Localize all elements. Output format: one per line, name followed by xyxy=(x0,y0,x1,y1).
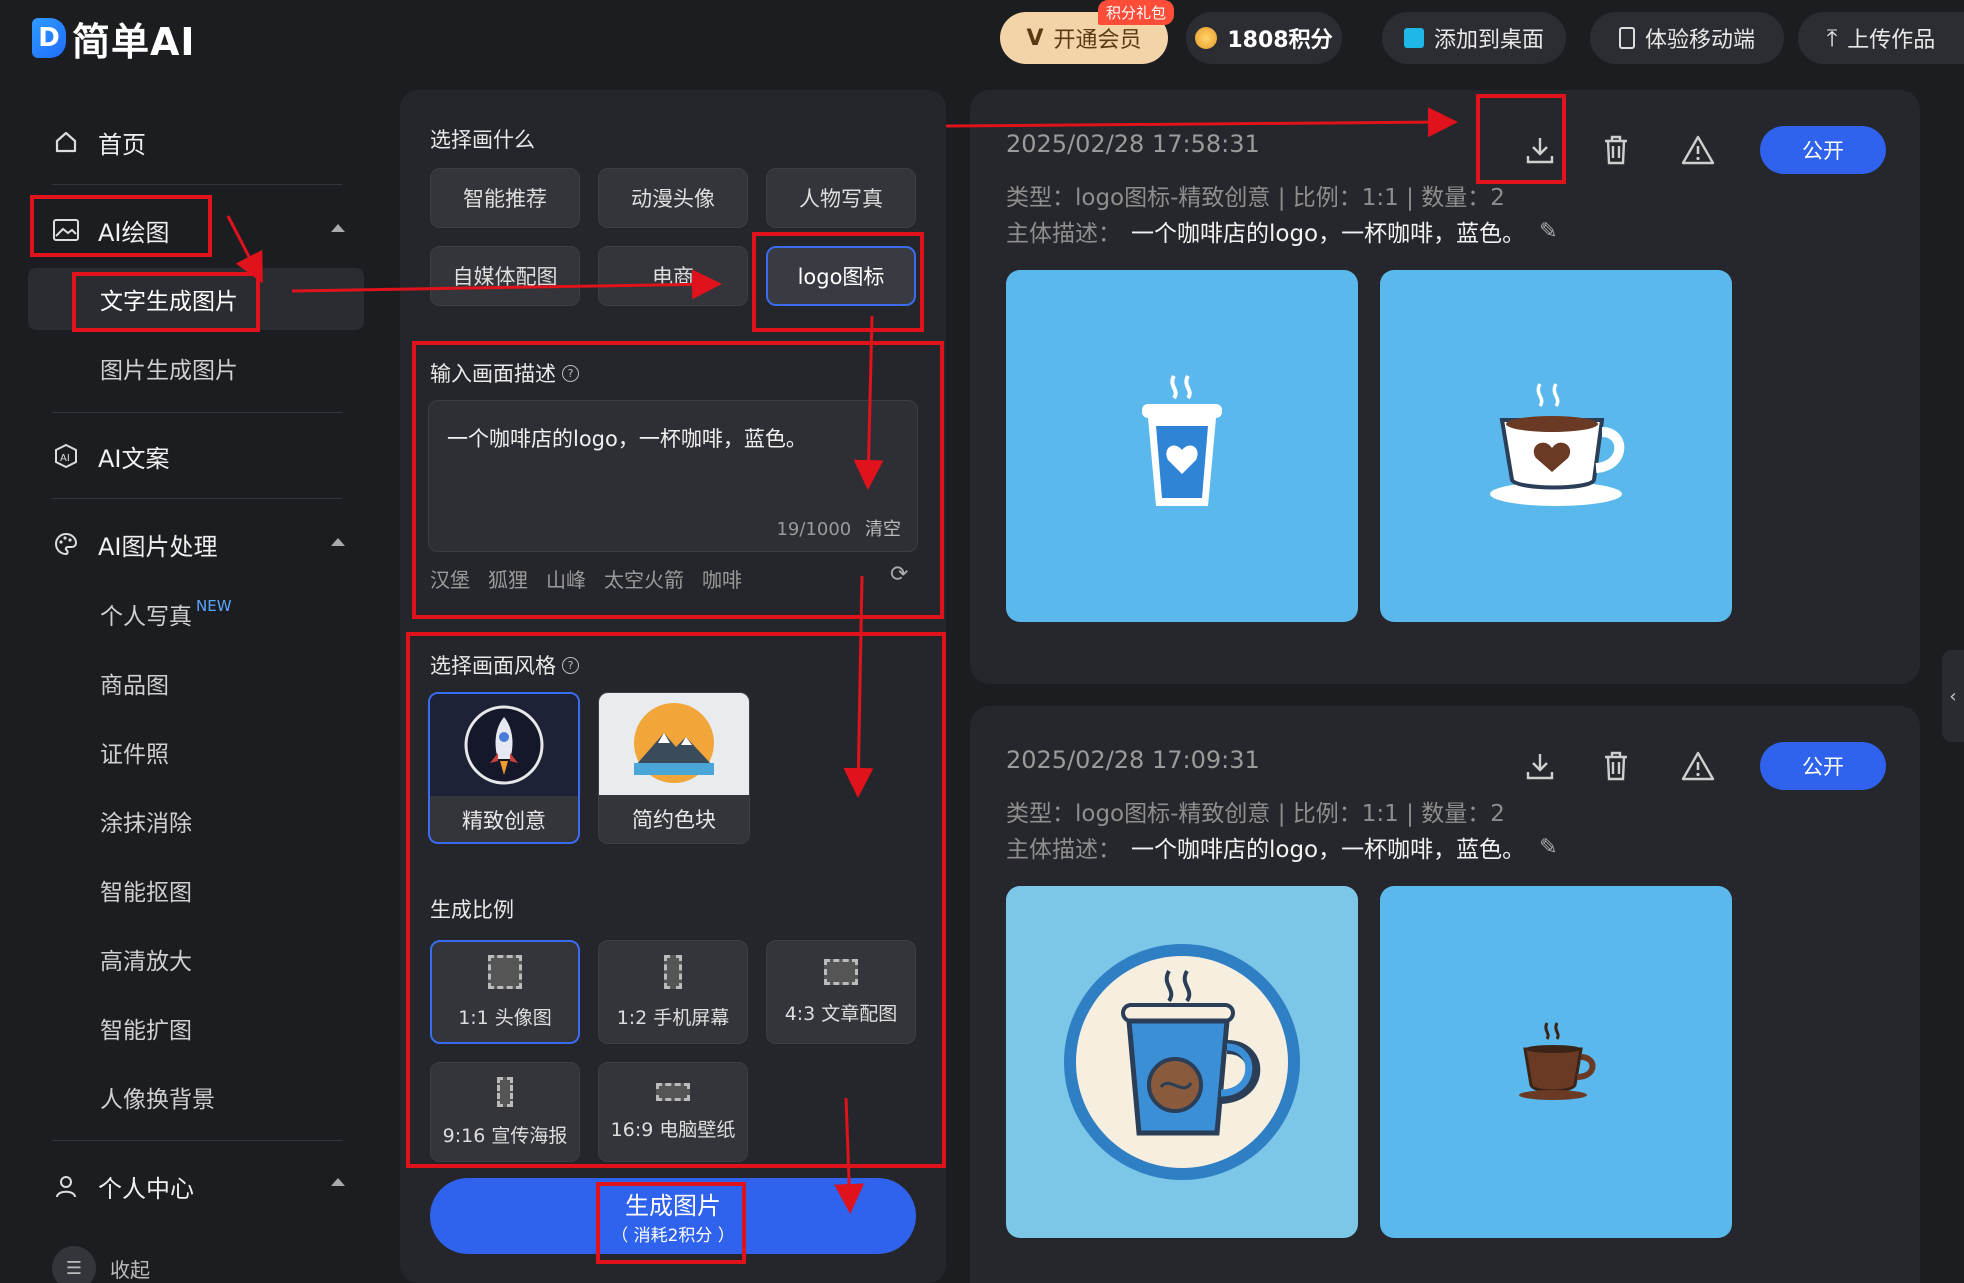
annotation-arrows xyxy=(226,107,1458,1214)
